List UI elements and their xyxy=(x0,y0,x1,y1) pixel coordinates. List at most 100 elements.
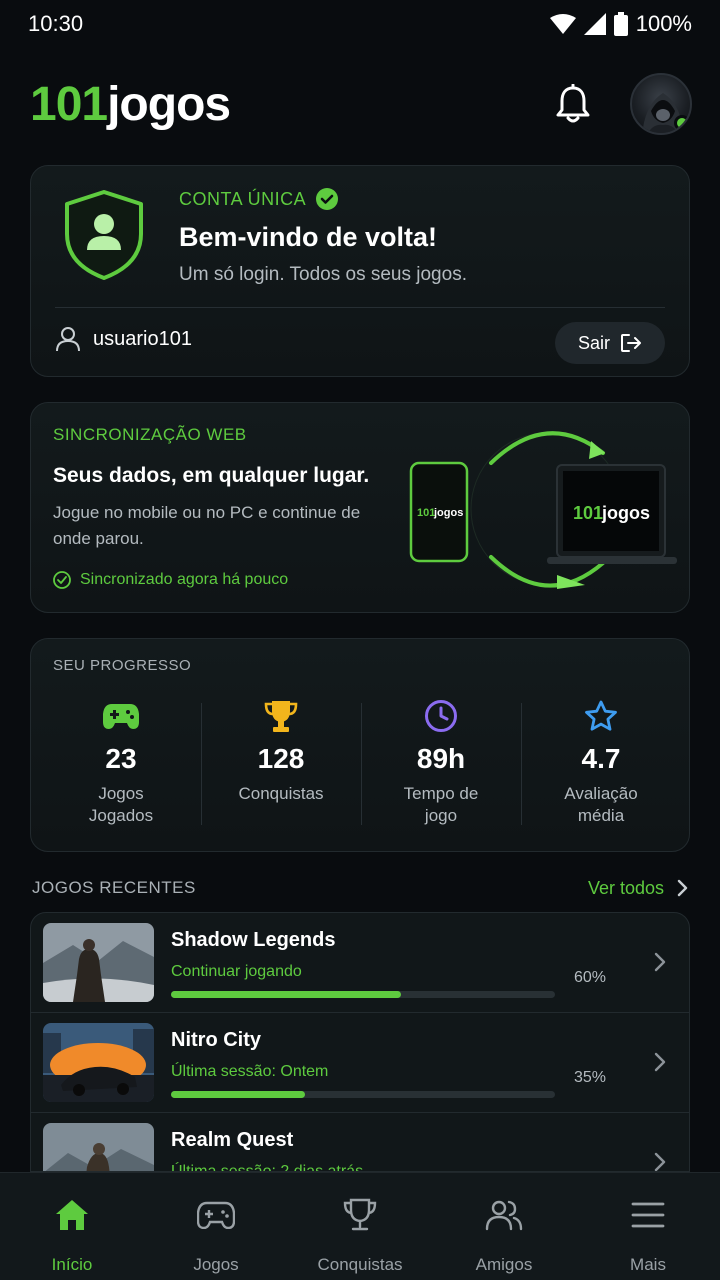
battery-level: 100% xyxy=(635,11,692,36)
knight-art-icon xyxy=(43,1123,154,1171)
progress-bar xyxy=(171,1091,555,1098)
app-logo: 101jogos xyxy=(30,77,231,132)
stat-value: 128 xyxy=(257,743,305,774)
clock-icon xyxy=(425,700,457,732)
battery-icon xyxy=(613,12,628,36)
status-time: 10:30 xyxy=(28,11,84,36)
nav-item-games[interactable]: Jogos xyxy=(144,1173,288,1280)
star-icon xyxy=(585,700,617,731)
sync-illustration: 101 jogos 101 jogos xyxy=(409,431,677,589)
see-all-link[interactable]: Ver todos xyxy=(588,878,688,899)
divider xyxy=(55,307,665,308)
nav-label: Início xyxy=(51,1255,93,1274)
nav-item-friends[interactable]: Amigos xyxy=(432,1173,576,1280)
game-status: Última sessão: 2 dias atrás xyxy=(171,1163,364,1172)
logo-number: 101 xyxy=(30,77,108,131)
menu-icon xyxy=(631,1202,665,1228)
progress-tag: SEU PROGRESSO xyxy=(53,657,192,674)
username: usuario101 xyxy=(93,327,192,350)
warrior-art-icon xyxy=(43,923,154,1002)
wifi-icon xyxy=(549,14,576,34)
stat-value: 4.7 xyxy=(581,743,621,774)
recent-games-list: Shadow Legends Continuar jogando 60% Nit… xyxy=(30,912,690,1172)
recent-games-title: JOGOS RECENTES xyxy=(32,878,196,897)
progress-percent: 60% xyxy=(574,969,607,986)
progress-bar xyxy=(171,991,555,998)
signal-icon xyxy=(583,13,606,35)
sync-description: Jogue no mobile ou no PC e continue de o… xyxy=(53,503,361,548)
check-circle-icon xyxy=(53,571,71,589)
game-status: Continuar jogando xyxy=(171,963,302,980)
stat-value: 89h xyxy=(416,743,466,774)
stat-label: Conquistas xyxy=(238,784,324,803)
status-bar: 10:30 100% xyxy=(0,0,720,48)
see-all-label: Ver todos xyxy=(587,877,664,898)
sync-title: Seus dados, em qualquer lugar. xyxy=(53,464,370,487)
nav-item-achievements[interactable]: Conquistas xyxy=(288,1173,432,1280)
game-row-nitro-city[interactable]: Nitro City Última sessão: Ontem 35% xyxy=(31,1013,689,1113)
game-thumbnail xyxy=(43,1123,154,1171)
account-tag: CONTA ÚNICA xyxy=(179,188,339,210)
stat-rating[interactable]: 4.7 Avaliação média xyxy=(521,699,681,829)
account-tag-label: CONTA ÚNICA xyxy=(179,188,307,209)
header-actions xyxy=(554,73,692,135)
sync-tag: SINCRONIZAÇÃO WEB xyxy=(53,425,247,444)
bottom-navigation: Início Jogos Conquistas Amigos Mais xyxy=(0,1172,720,1280)
gamepad-icon xyxy=(103,704,139,729)
recent-games-header: JOGOS RECENTES Ver todos xyxy=(32,876,688,900)
online-status-dot xyxy=(674,115,690,131)
game-row-realm-quest[interactable]: Realm Quest Última sessão: 2 dias atrás xyxy=(31,1113,689,1172)
sync-status-label: Sincronizado agora há pouco xyxy=(80,571,289,588)
verified-check-icon xyxy=(316,188,339,210)
nav-item-home[interactable]: Início xyxy=(0,1173,144,1280)
game-row-shadow-legends[interactable]: Shadow Legends Continuar jogando 60% xyxy=(31,913,689,1013)
welcome-subtitle: Um só login. Todos os seus jogos. xyxy=(179,264,467,285)
logout-button[interactable]: Sair xyxy=(555,322,665,364)
game-name: Nitro City xyxy=(171,1029,261,1051)
account-card: CONTA ÚNICA Bem-vindo de volta! Um só lo… xyxy=(30,165,690,377)
sync-status: Sincronizado agora há pouco xyxy=(53,571,288,589)
avatar[interactable] xyxy=(630,73,692,135)
stat-value: 23 xyxy=(105,743,137,774)
nav-label: Jogos xyxy=(193,1255,239,1274)
phone-logo-number: 101 xyxy=(417,507,435,519)
progress-bar-fill xyxy=(171,991,402,998)
account-user: usuario101 xyxy=(55,326,192,352)
status-icons: 100% xyxy=(549,11,692,37)
game-name: Shadow Legends xyxy=(171,929,336,951)
bell-icon[interactable] xyxy=(554,84,592,124)
game-status: Última sessão: Ontem xyxy=(171,1063,329,1080)
stats-row: 23 Jogos Jogados 128 Conquistas 89h Temp… xyxy=(41,699,681,829)
game-name: Realm Quest xyxy=(171,1129,294,1151)
friends-icon xyxy=(485,1200,523,1231)
chevron-right-icon xyxy=(677,879,688,897)
stat-label: Avaliação média xyxy=(564,784,638,825)
logo-text: jogos xyxy=(107,77,231,131)
home-icon xyxy=(56,1200,88,1230)
race-car-art-icon xyxy=(43,1023,154,1102)
nav-label: Mais xyxy=(630,1255,666,1274)
shield-user-icon xyxy=(65,190,143,280)
laptop-logo-number: 101 xyxy=(573,503,603,523)
game-thumbnail xyxy=(43,1023,154,1102)
trophy-icon xyxy=(264,701,298,732)
logout-icon xyxy=(621,334,641,352)
sync-card: SINCRONIZAÇÃO WEB Seus dados, em qualque… xyxy=(30,402,690,613)
nav-item-more[interactable]: Mais xyxy=(576,1173,720,1280)
laptop-logo-text: jogos xyxy=(601,503,650,523)
progress-card: SEU PROGRESSO 23 Jogos Jogados 128 Conqu… xyxy=(30,638,690,852)
stat-games-played[interactable]: 23 Jogos Jogados xyxy=(41,699,201,829)
gamepad-icon xyxy=(197,1201,235,1229)
progress-percent: 35% xyxy=(574,1069,607,1086)
game-thumbnail xyxy=(43,923,154,1002)
trophy-icon xyxy=(343,1198,377,1231)
chevron-right-icon xyxy=(654,1052,666,1072)
user-icon xyxy=(56,327,80,352)
stat-label: Tempo de jogo xyxy=(403,784,479,825)
app-header: 101jogos xyxy=(30,68,692,140)
stat-play-time[interactable]: 89h Tempo de jogo xyxy=(361,699,521,829)
nav-label: Conquistas xyxy=(317,1255,403,1274)
chevron-right-icon xyxy=(654,1152,666,1171)
stat-achievements[interactable]: 128 Conquistas xyxy=(201,699,361,829)
chevron-right-icon xyxy=(654,952,666,972)
